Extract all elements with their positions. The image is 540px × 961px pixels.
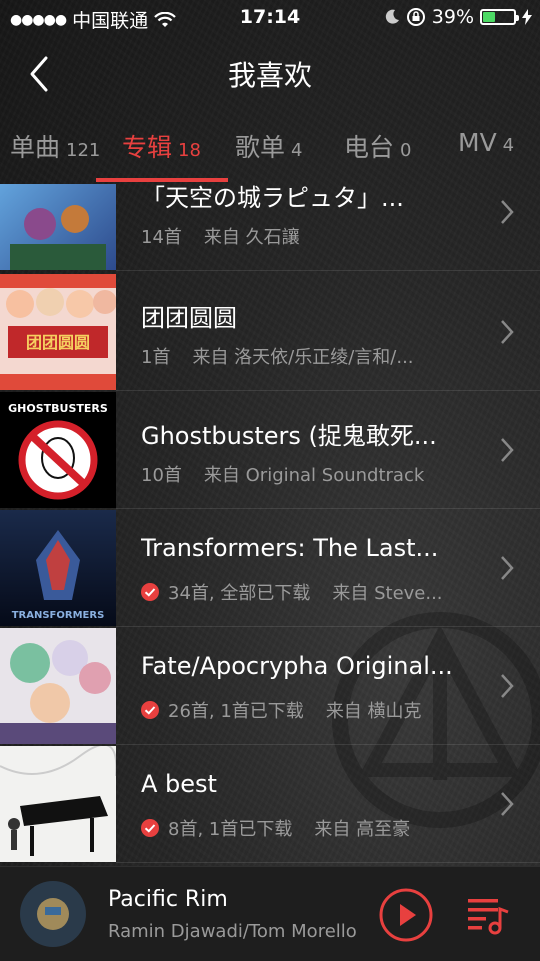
list-item[interactable]: 团团圆圆 团团圆圆 1首 来自 洛天依/乐正绫/言和/...	[0, 274, 540, 391]
tab-label: 电台	[344, 133, 395, 162]
playlist-icon[interactable]	[466, 895, 510, 935]
mini-player[interactable]: Pacific Rim Ramin Djawadi/Tom Morello	[0, 866, 540, 961]
row-divider	[116, 508, 540, 509]
album-meta: 14首 来自 久石讓	[141, 223, 471, 249]
album-meta: 34首, 全部已下载 来自 Steve...	[141, 579, 471, 605]
battery-percent: 39%	[431, 6, 474, 28]
tab-singles[interactable]: 单曲 121	[10, 128, 100, 164]
album-title: Transformers: The Last...	[141, 534, 439, 562]
now-playing-title: Pacific Rim	[108, 887, 228, 912]
charging-icon	[522, 9, 532, 25]
tab-label: 歌单	[235, 133, 286, 162]
tab-label: MV	[458, 128, 497, 157]
album-title: A best	[141, 770, 217, 798]
list-item[interactable]: 「天空の城ラピュタ」... 14首 来自 久石讓	[0, 184, 540, 271]
album-artist: 来自 洛天依/乐正绫/言和/...	[192, 347, 414, 368]
album-cover: 团团圆圆	[0, 274, 116, 390]
list-item[interactable]: Fate/Apocrypha Original... 26首, 1首已下载 来自…	[0, 628, 540, 745]
downloaded-check-icon	[141, 819, 159, 837]
cover-text: GHOSTBUSTERS	[8, 402, 108, 415]
tab-radio[interactable]: 电台 0	[344, 128, 411, 164]
album-meta: 8首, 1首已下载 来自 高至豪	[141, 815, 471, 841]
album-artist: 来自 Original Soundtrack	[203, 465, 425, 486]
tab-count: 4	[291, 140, 303, 161]
row-divider	[116, 390, 540, 391]
chevron-right-icon	[501, 674, 514, 698]
album-title: Ghostbusters (捉鬼敢死...	[141, 422, 437, 450]
album-list: 「天空の城ラピュタ」... 14首 来自 久石讓 团团圆圆 团团圆圆 1首 来自…	[0, 184, 540, 866]
list-item[interactable]: A best 8首, 1首已下载 来自 高至豪	[0, 746, 540, 863]
cover-text: TRANSFORMERS	[12, 610, 105, 621]
battery-fill	[483, 12, 495, 22]
album-cover: TRANSFORMERS	[0, 510, 116, 626]
album-meta: 1首 来自 洛天依/乐正绫/言和/...	[141, 343, 471, 369]
tab-label: 专辑	[122, 133, 173, 162]
album-artist: 来自 横山克	[325, 701, 422, 722]
battery-icon	[480, 9, 519, 25]
album-title: 团团圆圆	[141, 304, 237, 332]
tab-count: 0	[400, 140, 412, 161]
track-count: 34首, 全部已下载	[168, 583, 311, 604]
downloaded-check-icon	[141, 701, 159, 719]
album-cover	[0, 628, 116, 744]
row-divider	[116, 862, 540, 863]
navigation-bar: 我喜欢	[0, 36, 540, 110]
chevron-right-icon	[501, 556, 514, 580]
album-cover	[0, 184, 116, 270]
moon-icon	[385, 9, 399, 24]
play-icon[interactable]	[378, 887, 434, 943]
rotation-lock-icon	[406, 8, 425, 26]
list-item[interactable]: TRANSFORMERS Transformers: The Last... 3…	[0, 510, 540, 627]
now-playing-artist: Ramin Djawadi/Tom Morello	[108, 921, 357, 942]
track-count: 14首	[141, 227, 182, 248]
list-item[interactable]: GHOSTBUSTERS Ghostbusters (捉鬼敢死... 10首 来…	[0, 392, 540, 509]
active-tab-indicator	[96, 178, 228, 182]
album-title: 「天空の城ラピュタ」...	[141, 184, 404, 212]
category-tabs: 单曲 121 专辑 18 歌单 4 电台 0 MV 4	[0, 118, 540, 184]
album-title: Fate/Apocrypha Original...	[141, 652, 453, 680]
chevron-right-icon	[501, 438, 514, 462]
track-count: 8首, 1首已下载	[168, 819, 293, 840]
tab-albums[interactable]: 专辑 18	[122, 128, 201, 164]
tab-playlists[interactable]: 歌单 4	[235, 128, 302, 164]
cover-text: 团团圆圆	[26, 333, 90, 352]
track-count: 26首, 1首已下载	[168, 701, 304, 722]
album-artist: 来自 Steve...	[332, 583, 443, 604]
chevron-right-icon	[501, 200, 514, 224]
tab-count: 18	[178, 140, 201, 161]
album-artist: 来自 久石讓	[203, 227, 300, 248]
row-divider	[116, 744, 540, 745]
track-count: 1首	[141, 347, 171, 368]
tab-label: 单曲	[10, 133, 61, 162]
track-count: 10首	[141, 465, 182, 486]
album-artist: 来自 高至豪	[314, 819, 411, 840]
album-meta: 26首, 1首已下载 来自 横山克	[141, 697, 471, 723]
album-cover	[0, 746, 116, 862]
row-divider	[116, 626, 540, 627]
page-title: 我喜欢	[227, 59, 312, 92]
chevron-right-icon	[501, 792, 514, 816]
tab-mv[interactable]: MV 4	[458, 128, 514, 157]
album-meta: 10首 来自 Original Soundtrack	[141, 461, 471, 487]
now-playing-artwork[interactable]	[20, 881, 86, 947]
status-bar: ●●●●● 中国联通 17:14 39%	[0, 0, 540, 36]
album-cover: GHOSTBUSTERS	[0, 392, 116, 508]
tab-count: 4	[502, 135, 515, 156]
chevron-right-icon	[501, 320, 514, 344]
tab-count: 121	[66, 140, 101, 161]
downloaded-check-icon	[141, 583, 159, 601]
row-divider	[116, 270, 540, 271]
